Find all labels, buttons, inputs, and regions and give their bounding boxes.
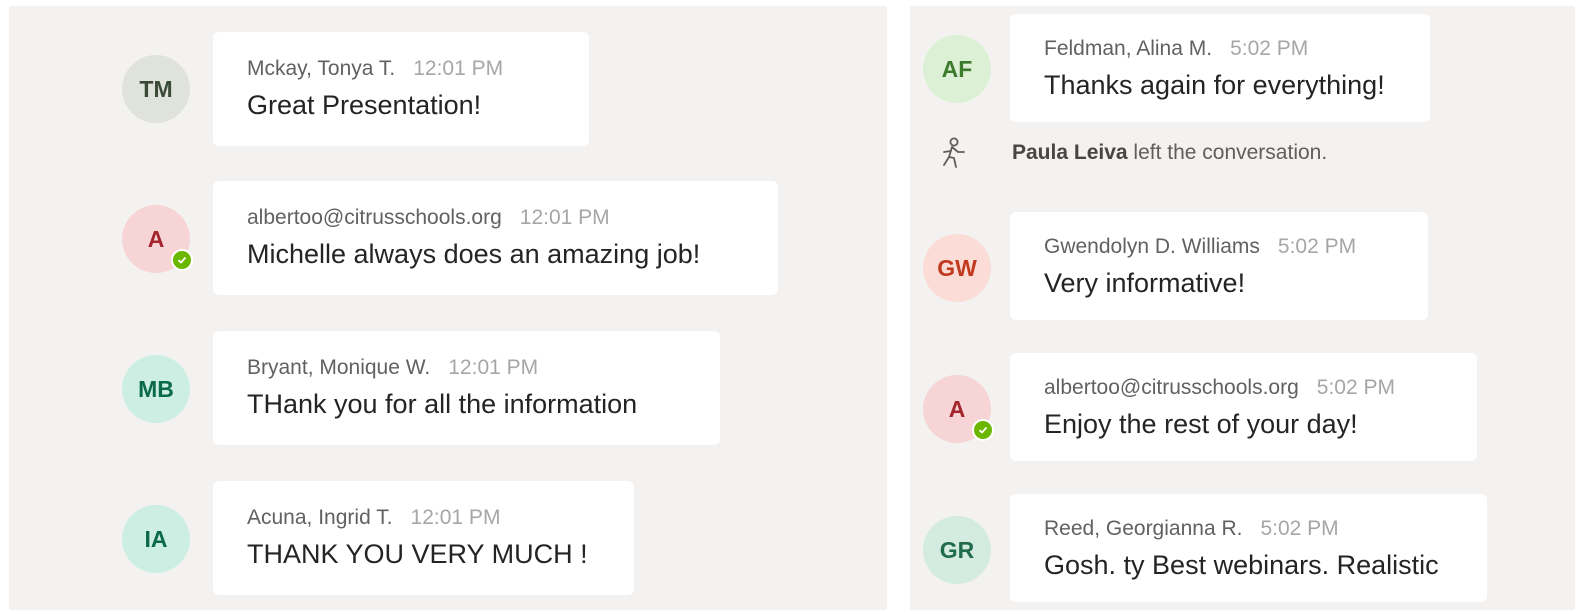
message-header: Gwendolyn D. Williams 5:02 PM [1044, 233, 1394, 261]
message-header: Reed, Georgianna R. 5:02 PM [1044, 515, 1453, 543]
avatar[interactable]: A [923, 375, 994, 443]
avatar-initials: TM [139, 75, 173, 102]
presence-available-icon [171, 249, 193, 271]
avatar[interactable]: IA [122, 505, 190, 573]
message-bubble[interactable]: albertoo@citrusschools.org 12:01 PM Miche… [213, 181, 778, 295]
message-time: 12:01 PM [519, 206, 610, 229]
avatar-initials: GW [937, 254, 977, 281]
sender-name: Feldman, Alina M. [1044, 37, 1213, 60]
sender-name: Acuna, Ingrid T. [247, 506, 393, 529]
sender-name: albertoo@citrusschools.org [1044, 376, 1299, 399]
message-text: Michelle always does an amazing job! [247, 239, 701, 269]
avatar-initials: A [147, 225, 165, 252]
sender-name: albertoo@citrusschools.org [247, 206, 502, 229]
message-bubble[interactable]: Gwendolyn D. Williams 5:02 PM Very inform… [1010, 212, 1428, 320]
sender-name: Mckay, Tonya T. [247, 57, 396, 80]
message-text: THANK YOU VERY MUCH ! [247, 539, 588, 569]
message-header: Bryant, Monique W. 12:01 PM [247, 354, 686, 382]
presence-available-icon [972, 419, 994, 441]
message-header: Feldman, Alina M. 5:02 PM [1044, 35, 1396, 63]
avatar[interactable]: A [122, 205, 193, 273]
message-time: 5:02 PM [1277, 235, 1357, 258]
avatar[interactable]: TM [122, 55, 190, 123]
message-time: 5:02 PM [1230, 37, 1309, 60]
sender-name: Gwendolyn D. Williams [1044, 235, 1260, 258]
message-text: Great Presentation! [247, 90, 482, 120]
chat-panel-right: AF Feldman, Alina M. 5:02 PM Thanks again… [910, 6, 1575, 610]
message-header: albertoo@citrusschools.org 12:01 PM [247, 204, 744, 232]
avatar-initials: A [948, 395, 966, 422]
system-event-action: left the conversation. [1127, 141, 1328, 164]
message-text: Gosh. ty Best webinars. Realistic [1044, 550, 1439, 580]
message-bubble[interactable]: albertoo@citrusschools.org 5:02 PM Enjoy … [1010, 353, 1477, 461]
message-text: Enjoy the rest of your day! [1044, 409, 1358, 439]
avatar-initials: MB [138, 375, 174, 402]
sender-name: Reed, Georgianna R. [1044, 517, 1243, 540]
message-text: Very informative! [1044, 268, 1246, 298]
person-leave-icon [943, 137, 965, 168]
message-time: 5:02 PM [1260, 517, 1339, 540]
message-header: Mckay, Tonya T. 12:01 PM [247, 55, 555, 83]
message-text: Thanks again for everything! [1044, 70, 1385, 100]
message-bubble[interactable]: Bryant, Monique W. 12:01 PM THank you for… [213, 331, 720, 445]
message-header: Acuna, Ingrid T. 12:01 PM [247, 504, 600, 532]
message-header: albertoo@citrusschools.org 5:02 PM [1044, 374, 1443, 402]
avatar-initials: IA [144, 525, 168, 552]
message-time: 12:01 PM [413, 57, 504, 80]
avatar[interactable]: GW [923, 234, 991, 302]
avatar[interactable]: MB [122, 355, 190, 423]
message-bubble[interactable]: Mckay, Tonya T. 12:01 PM Great Presentati… [213, 32, 589, 146]
system-event: Paula Leiva left the conversation. [1012, 139, 1327, 167]
chat-panel-left: TM Mckay, Tonya T. 12:01 PM Great Present… [9, 6, 887, 610]
message-bubble[interactable]: Acuna, Ingrid T. 12:01 PM THANK YOU VERY … [213, 481, 634, 595]
message-text: THank you for all the information [247, 389, 638, 419]
sender-name: Bryant, Monique W. [247, 356, 431, 379]
avatar[interactable]: AF [923, 35, 991, 103]
message-bubble[interactable]: Feldman, Alina M. 5:02 PM Thanks again fo… [1010, 14, 1430, 122]
message-time: 12:01 PM [410, 506, 501, 529]
avatar-initials: GR [939, 536, 975, 563]
message-time: 12:01 PM [448, 356, 539, 379]
avatar[interactable]: GR [923, 516, 991, 584]
avatar-initials: AF [941, 55, 973, 82]
message-time: 5:02 PM [1316, 376, 1395, 399]
message-bubble[interactable]: Reed, Georgianna R. 5:02 PM Gosh. ty Best… [1010, 494, 1487, 602]
system-event-user[interactable]: Paula Leiva [1012, 141, 1128, 164]
